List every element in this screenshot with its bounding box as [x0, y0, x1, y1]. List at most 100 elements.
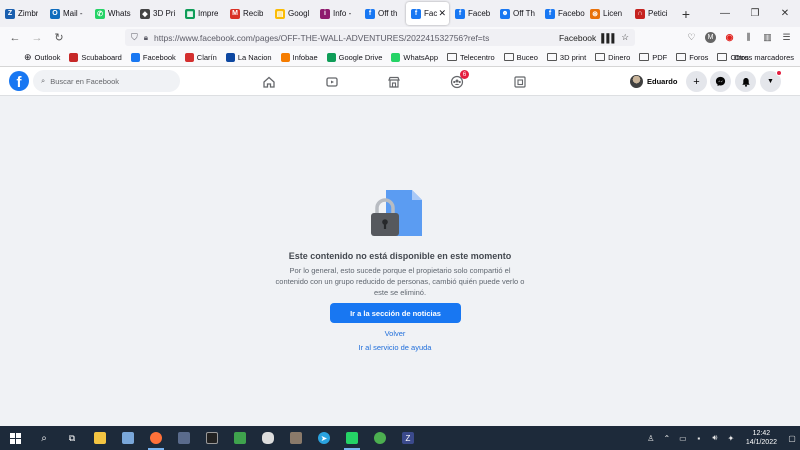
battery-icon[interactable]: ▭ — [678, 433, 688, 443]
gaming-icon — [514, 75, 526, 88]
browser-tab[interactable]: ⊛ Licen — [585, 0, 630, 27]
browser-tab[interactable]: f Off th — [360, 0, 405, 27]
notepad-app-icon[interactable] — [114, 426, 142, 450]
browser-tab[interactable]: ☻ Off Th — [495, 0, 540, 27]
image-viewer-icon[interactable] — [282, 426, 310, 450]
bookmark-item[interactable]: Clarín — [184, 52, 217, 62]
nav-home[interactable] — [252, 67, 286, 96]
bookmark-item[interactable]: Facebook — [130, 52, 176, 62]
minimize-icon[interactable]: — — [710, 0, 740, 27]
browser-tab[interactable]: f Fac ✕ — [406, 2, 449, 25]
account-icon[interactable]: M — [705, 32, 716, 43]
volume-icon[interactable]: 🔊︎ — [710, 433, 720, 443]
firefox-icon[interactable] — [142, 426, 170, 450]
sidebar-icon[interactable]: ▥ — [762, 32, 773, 43]
nav-marketplace[interactable] — [377, 67, 411, 96]
back-link[interactable]: Volver — [0, 329, 790, 338]
bookmark-star-icon[interactable]: ☆ — [621, 32, 629, 43]
info-icon: i — [320, 8, 330, 19]
media-app-icon[interactable] — [170, 426, 198, 450]
bookmark-item[interactable]: PDF — [639, 53, 667, 62]
people-icon[interactable]: ♙ — [646, 433, 656, 443]
bookmark-item[interactable]: WhatsApp — [391, 52, 438, 62]
other-bookmarks[interactable]: Otros marcadores — [731, 53, 794, 62]
browser-tab[interactable]: ✆ Whats — [90, 0, 135, 27]
browser-tab[interactable]: ∩ Petici — [630, 0, 675, 27]
create-button[interactable]: + — [686, 71, 707, 92]
bookmark-label: Scubaboard — [81, 52, 122, 62]
bookmark-label: Buceo — [516, 52, 538, 62]
address-bar[interactable]: ⛉ 🔒︎ https://www.facebook.com/pages/OFF-… — [125, 29, 635, 46]
library-icon[interactable]: ⫼ — [743, 32, 754, 43]
facebook-icon: f — [455, 8, 465, 19]
browser-tab[interactable]: ◆ 3D Pri — [135, 0, 180, 27]
bookmark-item[interactable]: Google Drive — [326, 52, 382, 62]
lock-icon[interactable]: 🔒︎ — [144, 33, 148, 43]
telegram-icon[interactable]: ➤ — [310, 426, 338, 450]
network-tool-icon[interactable] — [366, 426, 394, 450]
nav-watch[interactable] — [315, 67, 349, 96]
bookmark-item[interactable]: Telecentro — [447, 53, 495, 62]
shield-icon[interactable]: ⛉ — [131, 32, 138, 43]
browser-tab[interactable]: M Recib — [225, 0, 270, 27]
tray-expand-icon[interactable]: ⌃ — [662, 433, 672, 443]
file-explorer-icon[interactable] — [86, 426, 114, 450]
bookmark-item[interactable]: Scubaboard — [69, 52, 122, 62]
messenger-button[interactable] — [710, 71, 731, 92]
action-center-icon[interactable]: ▢ — [787, 433, 797, 443]
bookmark-item[interactable]: Infobae — [280, 52, 318, 62]
opera-extension-icon[interactable]: ◉ — [724, 32, 735, 43]
taskbar-search-icon[interactable]: ⌕ — [30, 426, 58, 450]
app-z-icon[interactable]: Z — [394, 426, 422, 450]
back-icon[interactable]: ← — [4, 27, 26, 48]
close-window-icon[interactable]: ✕ — [770, 0, 800, 27]
puzzle-app-icon[interactable] — [226, 426, 254, 450]
restore-icon[interactable]: ❐ — [740, 0, 770, 27]
menu-icon[interactable]: ☰ — [781, 32, 792, 43]
new-tab-button[interactable]: + — [675, 0, 697, 27]
browser-tab[interactable]: f Faceb — [450, 0, 495, 27]
bookmark-item[interactable]: Buceo — [503, 52, 538, 62]
plus-icon: + — [693, 75, 700, 88]
whatsapp-taskbar-icon[interactable] — [338, 426, 366, 450]
clock[interactable]: 12:42 14/1/2022 — [746, 429, 777, 447]
start-button[interactable] — [0, 426, 30, 450]
browser-tab[interactable]: Z Zimbr — [0, 0, 45, 27]
browser-tab[interactable]: ▦ Impre — [180, 0, 225, 27]
go-to-news-feed-button[interactable]: Ir a la sección de noticias — [330, 303, 461, 323]
bookmark-label: PDF — [652, 52, 668, 62]
dropbox-icon[interactable]: ✦ — [726, 433, 736, 443]
facebook-search-input[interactable]: ⌕ Buscar en Facebook — [33, 70, 180, 92]
reload-icon[interactable]: ↻ — [48, 27, 70, 48]
close-tab-icon[interactable]: ✕ — [438, 8, 446, 19]
browser-tab[interactable]: f Facebo — [540, 0, 585, 27]
nav-gaming[interactable] — [503, 67, 537, 96]
site-label: Facebook — [558, 32, 597, 43]
browser-tab[interactable]: O Mail - — [45, 0, 90, 27]
browser-tab[interactable]: i Info - — [315, 0, 360, 27]
account-menu-button[interactable]: ▼ — [760, 70, 782, 92]
facebook-logo-icon[interactable]: f — [9, 71, 29, 91]
bookmark-item[interactable]: La Nacion — [225, 52, 272, 62]
pocket-icon[interactable]: ♡ — [686, 32, 697, 43]
folder-icon — [503, 53, 514, 61]
nav-groups[interactable]: 6 — [440, 67, 474, 96]
profile-button[interactable]: Eduardo — [630, 72, 677, 91]
bookmark-item[interactable]: 3D print — [546, 53, 586, 62]
google-icon: ▤ — [275, 8, 285, 19]
linux-app-icon[interactable] — [254, 426, 282, 450]
task-view-icon[interactable]: ⧉ — [58, 426, 86, 450]
bookmark-item[interactable]: Foros — [676, 53, 708, 62]
url-text[interactable]: https://www.facebook.com/pages/OFF-THE-W… — [154, 33, 489, 43]
barcode-icon[interactable]: ▌▌▌ — [601, 33, 617, 43]
forward-icon[interactable]: → — [26, 27, 48, 48]
bookmark-favicon-icon — [391, 52, 401, 62]
browser-tab[interactable]: ▤ Googl — [270, 0, 315, 27]
help-center-link[interactable]: Ir al servicio de ayuda — [0, 343, 790, 352]
globe-icon: ⊕ — [24, 51, 32, 62]
bookmark-item[interactable]: Dinero — [595, 53, 630, 62]
terminal-icon[interactable] — [198, 426, 226, 450]
network-icon[interactable]: ▪ — [694, 433, 704, 443]
bookmark-item[interactable]: ⊕ Outlook — [24, 52, 60, 63]
notifications-button[interactable] — [735, 71, 756, 92]
